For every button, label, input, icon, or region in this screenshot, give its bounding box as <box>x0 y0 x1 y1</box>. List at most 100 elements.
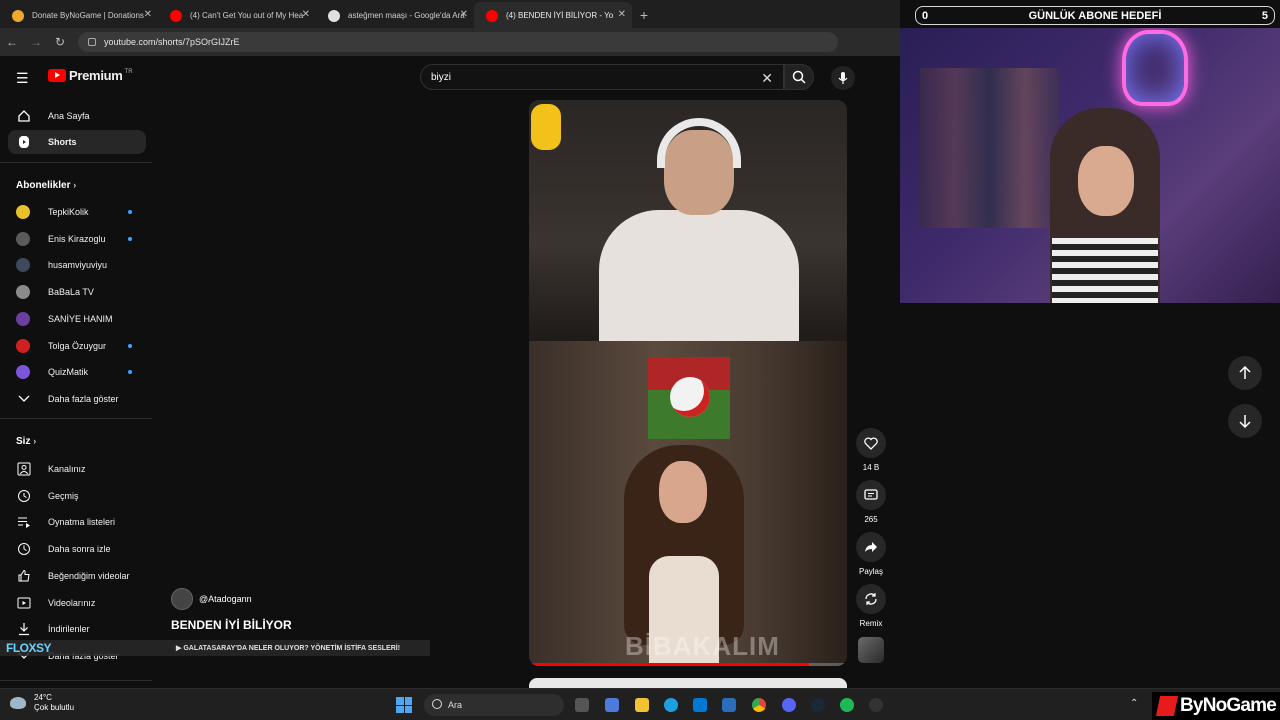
microphone-icon <box>838 72 848 84</box>
close-tab-icon[interactable]: ✕ <box>618 9 626 20</box>
channel-avatar <box>16 311 30 326</box>
browser-tab[interactable]: (4) BENDEN İYİ BİLİYOR - Yo ✕ <box>474 2 632 28</box>
channel-row[interactable]: @Atadogann <box>171 588 252 610</box>
file-explorer-icon[interactable] <box>635 698 649 712</box>
weather-widget[interactable]: 24°C Çok bulutlu <box>10 693 74 713</box>
taskbar-search-icon <box>432 699 442 709</box>
sidebar-item-label: Oynatma listeleri <box>48 517 116 528</box>
comment-button[interactable] <box>856 480 886 510</box>
tab-title: asteğmen maaşı - Google'da Ara <box>348 10 465 20</box>
like-button[interactable] <box>856 428 886 458</box>
search-input[interactable]: biyzi ✕ <box>420 64 784 90</box>
next-short-button[interactable] <box>1228 404 1262 438</box>
browser-tab[interactable]: (4) Can't Get You out of My Hea ✕ <box>158 2 316 28</box>
site-info-icon[interactable] <box>88 38 96 46</box>
sidebar-item[interactable]: Geçmiş <box>8 484 146 508</box>
sidebar-item[interactable]: Videolarınız <box>8 591 146 615</box>
url-field[interactable]: youtube.com/shorts/7pSOrGIJZrE <box>78 32 838 52</box>
sidebar-item[interactable]: TepkiKolik <box>8 200 146 224</box>
hamburger-menu-icon[interactable]: ☰ <box>16 70 29 87</box>
tab-title: (4) Can't Get You out of My Hea <box>190 10 304 20</box>
remix-icon <box>865 593 877 605</box>
neon-sign <box>1122 30 1188 106</box>
close-tab-icon[interactable]: ✕ <box>144 9 152 20</box>
shorts-icon <box>16 134 32 150</box>
tray-expand-icon[interactable]: ⌃ <box>1130 698 1138 709</box>
sidebar-item[interactable]: Shorts <box>8 130 146 154</box>
sidebar-item[interactable]: husamviyuviyu <box>8 253 146 277</box>
sidebar-item[interactable]: Daha sonra izle <box>8 537 146 561</box>
sidebar-item[interactable]: Enis Kirazoglu <box>8 227 146 251</box>
discord-icon[interactable] <box>782 698 796 712</box>
next-short-preview[interactable] <box>529 678 847 688</box>
edge-icon[interactable] <box>664 698 678 712</box>
thumbs-up-icon <box>16 568 32 584</box>
close-tab-icon[interactable]: ✕ <box>302 9 310 20</box>
channel-avatar <box>16 338 30 353</box>
sidebar-item[interactable]: BaBaLa TV <box>8 280 146 304</box>
chrome-icon[interactable] <box>752 698 766 712</box>
comment-icon <box>864 488 878 500</box>
sidebar-item[interactable]: Tolga Özuygur <box>8 334 146 358</box>
back-icon[interactable]: ← <box>0 35 24 49</box>
sidebar-item[interactable]: QuizMatik <box>8 360 146 384</box>
new-tab-button[interactable]: + <box>632 2 656 28</box>
close-tab-icon[interactable]: ✕ <box>460 9 468 20</box>
sidebar-divider <box>0 680 152 681</box>
comment-action[interactable]: 265 <box>856 480 886 524</box>
channel-handle[interactable]: @Atadogann <box>199 594 252 604</box>
browser-address-bar: ← → ↻ youtube.com/shorts/7pSOrGIJZrE <box>0 28 900 56</box>
subscriptions-header[interactable]: Abonelikler › <box>16 180 76 191</box>
ticker-brand: FLOXSY <box>6 641 52 655</box>
spotify-icon[interactable] <box>840 698 854 712</box>
audio-source-thumbnail[interactable] <box>858 637 884 663</box>
weather-description: Çok bulutlu <box>34 703 75 712</box>
like-action[interactable]: 14 B <box>856 428 886 472</box>
browser-tab[interactable]: asteğmen maaşı - Google'da Ara ✕ <box>316 2 474 28</box>
channel-avatar <box>16 205 30 219</box>
sidebar-item-label: QuizMatik <box>48 367 89 378</box>
task-view-icon[interactable] <box>575 698 589 712</box>
download-icon <box>16 621 32 637</box>
share-action[interactable]: Paylaş <box>856 532 886 576</box>
sidebar-item[interactable]: Daha fazla göster <box>8 387 146 411</box>
widgets-app-icon[interactable] <box>605 698 619 712</box>
taskbar-search[interactable]: Ara <box>424 694 564 716</box>
clear-search-icon[interactable]: ✕ <box>761 70 773 87</box>
outlook-icon[interactable] <box>722 698 736 712</box>
sidebar-item-label: Ana Sayfa <box>48 111 90 121</box>
new-content-dot <box>128 236 132 241</box>
browser-tab[interactable]: Donate ByNoGame | Donations ✕ <box>0 2 158 28</box>
steam-icon[interactable] <box>811 698 825 712</box>
home-icon <box>16 108 32 124</box>
sidebar-item-label: husamviyuviyu <box>48 260 108 271</box>
store-icon[interactable] <box>693 698 707 712</box>
video-progress-bar[interactable] <box>529 663 847 666</box>
sidebar-item[interactable]: İndirilenler <box>8 617 146 641</box>
voice-search-button[interactable] <box>831 66 855 90</box>
reload-icon[interactable]: ↻ <box>48 35 72 49</box>
remix-action[interactable]: Remix <box>856 584 886 628</box>
subscriptions-title: Abonelikler <box>16 180 71 191</box>
you-header[interactable]: Siz › <box>16 436 36 447</box>
sidebar-item[interactable]: Beğendiğim videolar <box>8 564 146 588</box>
short-video-player[interactable]: BİBAKALIM <box>529 100 847 666</box>
streamer-face <box>1078 146 1134 216</box>
channel-avatar[interactable] <box>171 588 193 610</box>
previous-short-button[interactable] <box>1228 356 1262 390</box>
sidebar-item[interactable]: Kanalınız <box>8 457 146 481</box>
obs-icon[interactable] <box>869 698 883 712</box>
cloud-icon <box>10 697 26 709</box>
youtube-logo[interactable]: Premium TR <box>48 68 133 83</box>
share-button[interactable] <box>856 532 886 562</box>
sidebar-item[interactable]: Oynatma listeleri <box>8 510 146 534</box>
football-card <box>648 357 730 439</box>
search-button[interactable] <box>784 64 814 90</box>
sidebar-item[interactable]: SANİYE HANIM <box>8 307 146 331</box>
windows-start-icon[interactable] <box>396 697 412 713</box>
forward-icon[interactable]: → <box>24 35 48 49</box>
short-title: BENDEN İYİ BİLİYOR <box>171 618 292 632</box>
browser-tab-bar: Donate ByNoGame | Donations ✕ (4) Can't Ge… <box>0 0 900 28</box>
remix-button[interactable] <box>856 584 886 614</box>
sidebar-item[interactable]: Ana Sayfa <box>8 104 146 128</box>
